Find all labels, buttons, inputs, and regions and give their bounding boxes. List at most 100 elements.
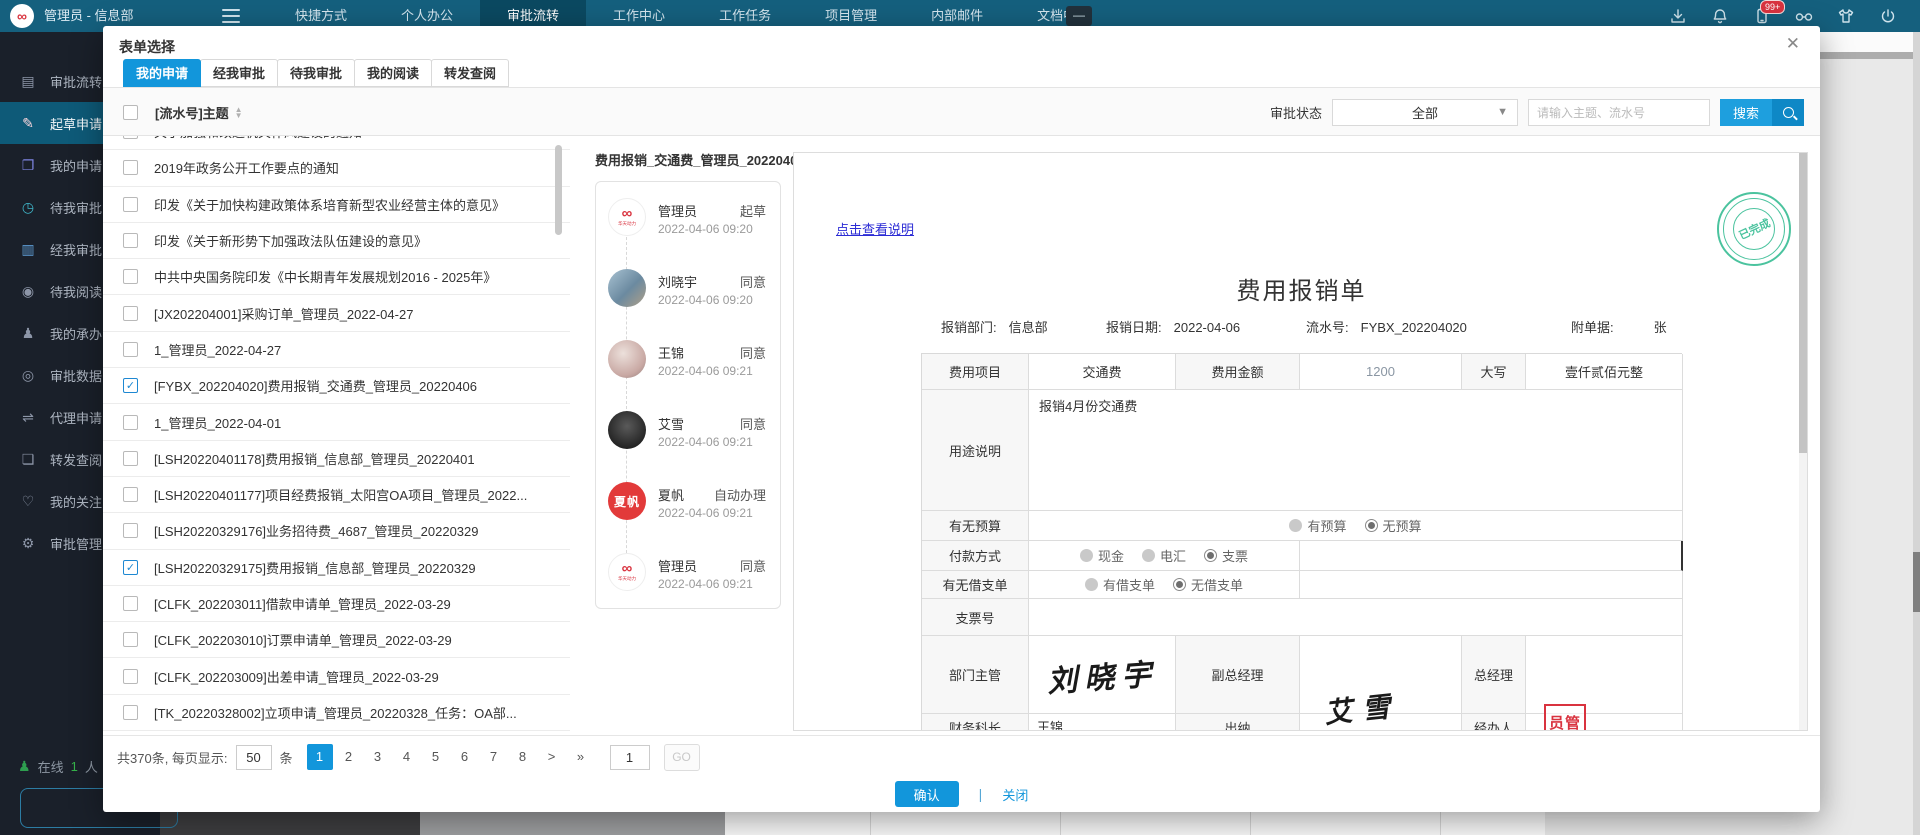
- cashier-label: 出纳: [1176, 714, 1300, 731]
- radio-有预算[interactable]: 有预算: [1289, 516, 1346, 535]
- go-button[interactable]: GO: [664, 744, 700, 771]
- status-filter-label: 审批状态: [1270, 103, 1322, 122]
- page-7[interactable]: 7: [481, 744, 507, 770]
- tab-经我审批[interactable]: 经我审批: [200, 59, 278, 87]
- flow-step: 艾雪同意2022-04-06 09:21: [608, 411, 768, 482]
- glasses-icon[interactable]: [1794, 6, 1814, 26]
- list-item[interactable]: 印发《关于加快构建政策体系培育新型农业经营主体的意见》: [103, 187, 570, 223]
- radio-现金[interactable]: 现金: [1080, 546, 1124, 565]
- list-item[interactable]: [CLFK_202203009]出差申请_管理员_2022-03-29: [103, 658, 570, 694]
- radio-label: 现金: [1098, 546, 1124, 565]
- page-3[interactable]: 3: [365, 744, 391, 770]
- menu-icon[interactable]: [222, 9, 240, 23]
- checkbox[interactable]: [123, 136, 138, 139]
- page-scrollbar-track[interactable]: [1913, 32, 1920, 835]
- page-4[interactable]: 4: [394, 744, 420, 770]
- list-item[interactable]: [LSH20220329176]业务招待费_4687_管理员_20220329: [103, 513, 570, 549]
- list-item[interactable]: 关于加强和改进机关作风建设的通知: [103, 136, 570, 150]
- list-item[interactable]: 2019年政务公开工作要点的通知: [103, 150, 570, 186]
- logout-power-icon[interactable]: [1878, 6, 1898, 26]
- list-item[interactable]: 1_管理员_2022-04-01: [103, 404, 570, 440]
- doc-title: 印发《关于新形势下加强政法队伍建设的意见》: [154, 231, 427, 250]
- radio-selected-支票[interactable]: 支票: [1204, 546, 1248, 565]
- next-page-button[interactable]: >: [539, 744, 565, 770]
- last-page-button[interactable]: »: [568, 744, 594, 770]
- radio-有借支单[interactable]: 有借支单: [1085, 575, 1155, 594]
- list-item[interactable]: 中共中央国务院印发《中长期青年发展规划2016 - 2025年》: [103, 259, 570, 295]
- checkbox[interactable]: [123, 197, 138, 212]
- bell-icon[interactable]: [1710, 6, 1730, 26]
- message-icon[interactable]: 99+: [1752, 6, 1772, 26]
- approval-flow-panel: ∞华天动力管理员起草2022-04-06 09:20刘晓宇同意2022-04-0…: [595, 181, 781, 609]
- page-scrollbar-thumb[interactable]: [1913, 552, 1920, 612]
- doc-title: 1_管理员_2022-04-27: [154, 340, 281, 359]
- page-5[interactable]: 5: [423, 744, 449, 770]
- screen: ∞ 管理员 - 信息部 快捷方式个人办公审批流转工作中心工作任务项目管理内部邮件…: [0, 0, 1920, 835]
- checkbox[interactable]: [123, 269, 138, 284]
- checkbox[interactable]: [123, 705, 138, 720]
- sort-icon[interactable]: ▲▼: [235, 107, 243, 119]
- search-button[interactable]: 搜索: [1720, 99, 1804, 126]
- form-scrollbar-thumb[interactable]: [1799, 153, 1807, 453]
- search-input[interactable]: [1528, 99, 1710, 126]
- background-strip: [1820, 52, 1920, 59]
- close-icon[interactable]: ✕: [1786, 34, 1800, 54]
- checkbox[interactable]: [123, 306, 138, 321]
- close-button[interactable]: 关闭: [1002, 785, 1028, 804]
- checkbox[interactable]: [123, 160, 138, 175]
- checkbox[interactable]: [123, 415, 138, 430]
- theme-shirt-icon[interactable]: [1836, 6, 1856, 26]
- radio-label: 支票: [1222, 546, 1248, 565]
- radio-selected-无预算[interactable]: 无预算: [1365, 516, 1422, 535]
- checkbox[interactable]: [123, 632, 138, 647]
- list-item[interactable]: [JX202204001]采购订单_管理员_2022-04-27: [103, 295, 570, 331]
- list-item[interactable]: ✓[FYBX_202204020]费用报销_交通费_管理员_20220406: [103, 368, 570, 404]
- list-item[interactable]: [CLFK_202203010]订票申请单_管理员_2022-03-29: [103, 622, 570, 658]
- select-all-checkbox[interactable]: [123, 105, 138, 120]
- checked-checkbox[interactable]: ✓: [123, 560, 138, 575]
- checkbox[interactable]: [123, 669, 138, 684]
- heart-icon: ♡: [18, 493, 38, 510]
- list-item[interactable]: ✓[LSH20220329175]费用报销_信息部_管理员_20220329: [103, 550, 570, 586]
- loan-label: 有无借支单: [922, 571, 1029, 599]
- checkbox[interactable]: [123, 523, 138, 538]
- tab-转发查阅[interactable]: 转发查阅: [431, 59, 509, 87]
- page-size-input[interactable]: [236, 745, 272, 770]
- checkbox[interactable]: [123, 342, 138, 357]
- checkbox[interactable]: [123, 596, 138, 611]
- radio-电汇[interactable]: 电汇: [1142, 546, 1186, 565]
- list-item[interactable]: [CLFK_202203011]借款申请单_管理员_2022-03-29: [103, 586, 570, 622]
- tab-待我审批[interactable]: 待我审批: [277, 59, 355, 87]
- confirm-button[interactable]: 确认: [895, 781, 959, 807]
- checked-checkbox[interactable]: ✓: [123, 378, 138, 393]
- sidebar-item-label: 审批管理: [50, 534, 102, 553]
- list-item[interactable]: 1_管理员_2022-04-27: [103, 332, 570, 368]
- doc-check-icon: ▥: [18, 241, 38, 258]
- app-logo-icon[interactable]: ∞: [10, 4, 34, 28]
- radio-selected-无借支单[interactable]: 无借支单: [1173, 575, 1243, 594]
- list-item[interactable]: [LSH20220401178]费用报销_信息部_管理员_20220401: [103, 441, 570, 477]
- list-scrollbar-thumb[interactable]: [555, 145, 562, 235]
- page-6[interactable]: 6: [452, 744, 478, 770]
- approver-name: 夏帆: [658, 485, 684, 504]
- doc-title: [CLFK_202203011]借款申请单_管理员_2022-03-29: [154, 594, 451, 613]
- expense-item-value: 交通费: [1029, 354, 1176, 390]
- list-item[interactable]: [LSH20220401177]项目经费报销_太阳宫OA项目_管理员_2022.…: [103, 477, 570, 513]
- checkbox[interactable]: [123, 487, 138, 502]
- checkbox[interactable]: [123, 233, 138, 248]
- sidebar-item-label: 转发查阅: [50, 450, 102, 469]
- page-8[interactable]: 8: [510, 744, 536, 770]
- view-note-link[interactable]: 点击查看说明: [836, 219, 914, 238]
- list-item[interactable]: [TK_20220328002]立项申请_管理员_20220328_任务：OA部…: [103, 695, 570, 731]
- status-dropdown[interactable]: 全部 ▼: [1332, 99, 1518, 126]
- tab-我的阅读[interactable]: 我的阅读: [354, 59, 432, 87]
- goto-page-input[interactable]: [610, 745, 650, 770]
- page-1[interactable]: 1: [307, 744, 333, 770]
- checkbox[interactable]: [123, 451, 138, 466]
- tab-我的申请[interactable]: 我的申请: [123, 59, 201, 87]
- doc-title: 中共中央国务院印发《中长期青年发展规划2016 - 2025年》: [154, 267, 496, 286]
- list-item[interactable]: 印发《关于新形势下加强政法队伍建设的意见》: [103, 223, 570, 259]
- page-2[interactable]: 2: [336, 744, 362, 770]
- download-icon[interactable]: [1668, 6, 1688, 26]
- minimized-window-chip[interactable]: —: [1066, 6, 1092, 26]
